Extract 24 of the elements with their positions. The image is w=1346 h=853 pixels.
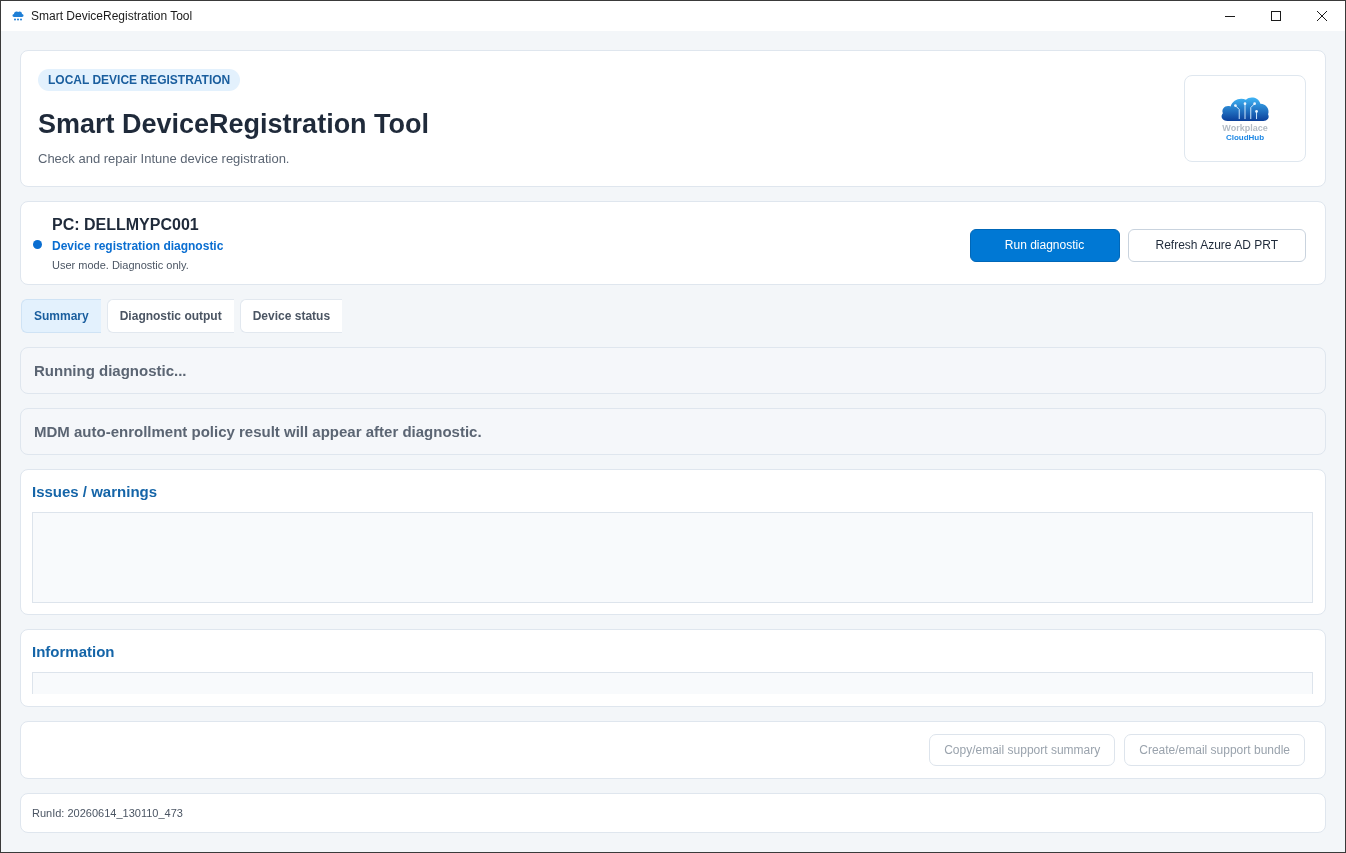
device-name: PC: DELLMYPC001 xyxy=(52,215,199,235)
run-id-text: RunId: 20260614_130110_473 xyxy=(32,807,183,819)
category-badge: LOCAL DEVICE REGISTRATION xyxy=(38,69,241,91)
status-message: MDM auto-enrollment policy result will appear after diagnostic. xyxy=(20,408,1326,455)
logo-subtext: CloudHub xyxy=(1225,132,1265,142)
close-icon[interactable] xyxy=(1317,11,1327,21)
maximize-icon[interactable] xyxy=(1271,11,1281,21)
app-title: Smart DeviceRegistration Tool xyxy=(38,108,430,141)
refresh-button[interactable]: Refresh Azure AD PRT xyxy=(1127,228,1306,262)
app-subtitle: Check and repair Intune device registration. xyxy=(38,150,290,168)
status-dot-icon xyxy=(33,239,42,249)
tab[interactable]: Device status xyxy=(239,299,343,333)
cloud-circuit-logo xyxy=(1220,95,1270,121)
cloud-icon xyxy=(12,11,24,21)
tab[interactable]: Summary xyxy=(21,299,101,333)
tab[interactable]: Diagnostic output xyxy=(106,299,234,333)
section-heading: Issues / warnings xyxy=(32,482,159,502)
logo-text: Workplace xyxy=(1222,122,1268,133)
run-diagnostic-button[interactable]: Run diagnostic xyxy=(969,228,1120,262)
window-title: Smart DeviceRegistration Tool xyxy=(31,9,193,23)
section-heading: Information xyxy=(32,642,116,662)
status-message: Running diagnostic... xyxy=(20,347,1326,394)
mode-label: Device registration diagnostic xyxy=(52,238,224,254)
mode-note: User mode. Diagnostic only. xyxy=(52,258,189,273)
